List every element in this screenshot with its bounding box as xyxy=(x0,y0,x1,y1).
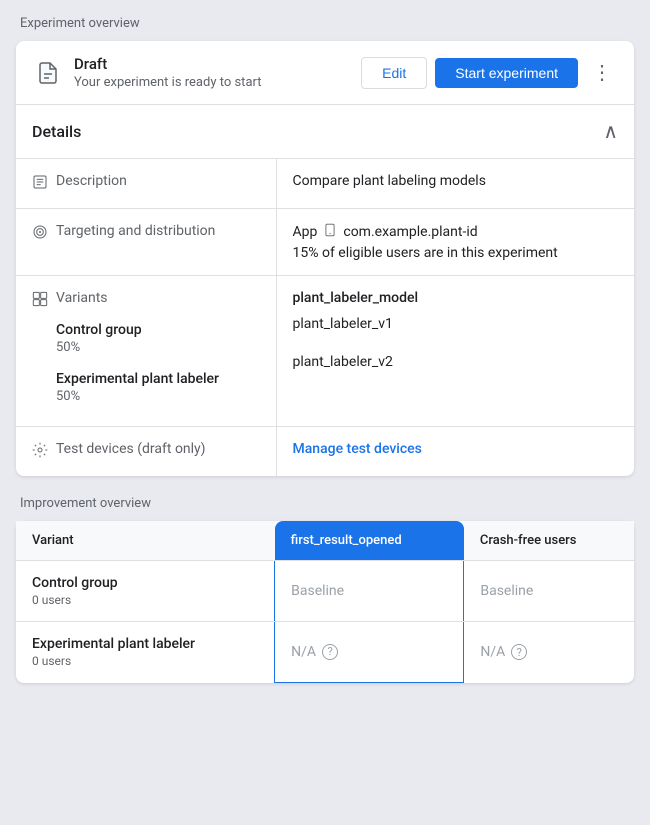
experimental-crash-free-cell: N/A ? xyxy=(464,622,634,683)
targeting-label: Targeting and distribution xyxy=(32,223,260,244)
description-value: Compare plant labeling models xyxy=(276,159,634,209)
targeting-app: App com.example.plant-id xyxy=(293,223,619,241)
edit-button[interactable]: Edit xyxy=(361,57,427,89)
variants-content: Variants Control group 50% Experimental … xyxy=(56,290,219,412)
variants-models: plant_labeler_model plant_labeler_v1 pla… xyxy=(276,276,634,427)
variants-icon xyxy=(32,291,48,311)
variant-group-control: Control group 50% xyxy=(56,322,219,355)
variants-label: Variants Control group 50% Experimental … xyxy=(32,290,260,412)
experiment-overview-label: Experiment overview xyxy=(16,16,634,31)
control-group-row-name: Control group xyxy=(32,575,258,591)
details-header: Details ∧ xyxy=(16,105,634,159)
variant-col-header: Variant xyxy=(16,521,275,561)
description-label: Description xyxy=(32,173,260,194)
document-icon xyxy=(32,57,64,89)
targeting-row: Targeting and distribution App com.examp… xyxy=(16,209,634,276)
model-v1: plant_labeler_v1 xyxy=(293,316,619,332)
description-label-text: Description xyxy=(56,173,127,189)
improvement-header-row: Variant first_result_opened Crash-free u… xyxy=(16,521,634,561)
draft-info: Draft Your experiment is ready to start xyxy=(74,55,361,90)
improvement-card: Variant first_result_opened Crash-free u… xyxy=(16,521,634,683)
control-group-name: Control group xyxy=(56,322,219,338)
experimental-first-result-cell: N/A ? xyxy=(275,622,464,683)
distribution-note: 15% of eligible users are in this experi… xyxy=(293,245,619,261)
variant-group-experimental: Experimental plant labeler 50% xyxy=(56,371,219,404)
control-group-cell: Control group 0 users xyxy=(16,561,275,622)
draft-subtitle: Your experiment is ready to start xyxy=(74,75,361,90)
app-icon xyxy=(323,223,337,241)
experimental-group-name: Experimental plant labeler xyxy=(56,371,219,387)
test-devices-row: Test devices (draft only) Manage test de… xyxy=(16,427,634,477)
experimental-row-name: Experimental plant labeler xyxy=(32,636,258,652)
experimental-crash-free-na: N/A ? xyxy=(480,644,618,660)
experimental-first-result-na: N/A ? xyxy=(291,644,447,660)
improvement-overview-label: Improvement overview xyxy=(16,496,634,511)
control-crash-free-baseline: Baseline xyxy=(480,583,533,599)
model-col-header: plant_labeler_model xyxy=(293,290,619,306)
control-first-result-cell: Baseline xyxy=(275,561,464,622)
variants-label-text: Variants xyxy=(56,290,108,306)
control-group-users: 0 users xyxy=(32,593,258,607)
test-devices-icon xyxy=(32,442,48,462)
control-first-result-baseline: Baseline xyxy=(291,583,344,599)
experimental-users: 0 users xyxy=(32,654,258,668)
model-v2: plant_labeler_v2 xyxy=(293,354,619,370)
experimental-group-pct: 50% xyxy=(56,389,219,404)
targeting-value: App com.example.plant-id 15% of eligible… xyxy=(276,209,634,276)
draft-header: Draft Your experiment is ready to start … xyxy=(16,41,634,105)
app-name: com.example.plant-id xyxy=(343,224,477,240)
app-prefix: App xyxy=(293,224,318,240)
more-options-button[interactable]: ⋮ xyxy=(586,56,618,89)
crash-free-col-header: Crash-free users xyxy=(464,521,634,561)
targeting-label-text: Targeting and distribution xyxy=(56,223,215,239)
test-devices-label-text: Test devices (draft only) xyxy=(56,441,206,457)
improvement-table: Variant first_result_opened Crash-free u… xyxy=(16,521,634,683)
first-result-help-icon[interactable]: ? xyxy=(322,644,338,660)
first-result-col-header: first_result_opened xyxy=(275,521,464,561)
start-experiment-button[interactable]: Start experiment xyxy=(435,58,578,88)
draft-title: Draft xyxy=(74,55,361,73)
experimental-cell: Experimental plant labeler 0 users xyxy=(16,622,275,683)
experiment-card: Draft Your experiment is ready to start … xyxy=(16,41,634,476)
crash-free-help-icon[interactable]: ? xyxy=(511,644,527,660)
details-title: Details xyxy=(32,122,81,141)
control-crash-free-cell: Baseline xyxy=(464,561,634,622)
control-group-pct: 50% xyxy=(56,340,219,355)
details-table: Description Compare plant labeling model… xyxy=(16,159,634,476)
test-devices-value: Manage test devices xyxy=(276,427,634,477)
variants-row: Variants Control group 50% Experimental … xyxy=(16,276,634,427)
targeting-icon xyxy=(32,224,48,244)
draft-actions: Edit Start experiment ⋮ xyxy=(361,56,618,89)
experimental-improvement-row: Experimental plant labeler 0 users N/A ?… xyxy=(16,622,634,683)
control-group-improvement-row: Control group 0 users Baseline Baseline xyxy=(16,561,634,622)
test-devices-label: Test devices (draft only) xyxy=(32,441,260,462)
collapse-button[interactable]: ∧ xyxy=(603,119,618,144)
manage-test-devices-link[interactable]: Manage test devices xyxy=(293,441,422,457)
description-row: Description Compare plant labeling model… xyxy=(16,159,634,209)
description-icon xyxy=(32,174,48,194)
